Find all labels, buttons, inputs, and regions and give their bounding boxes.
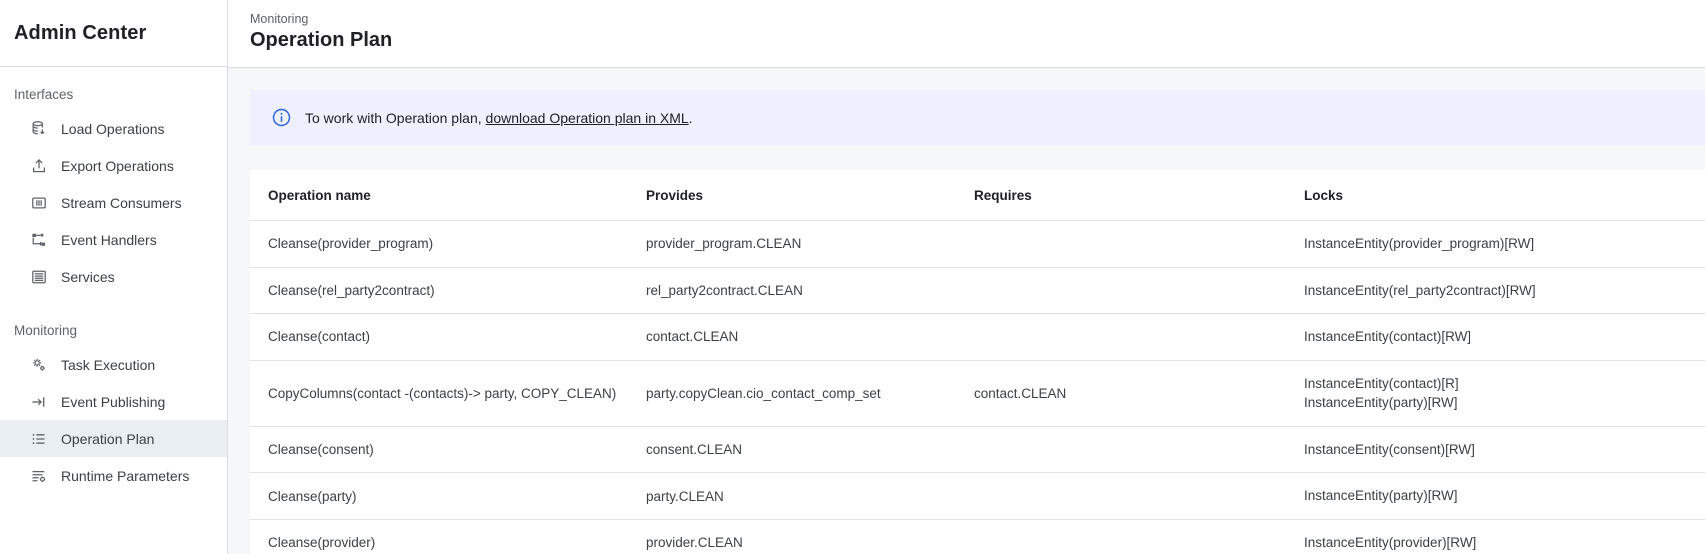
cell-provides: consent.CLEAN: [646, 426, 974, 473]
sidebar-nav: Interfaces Load Operations Export Operatio…: [0, 67, 227, 494]
table-row[interactable]: Cleanse(provider)provider.CLEAN InstanceE…: [250, 519, 1705, 554]
lock-entry: InstanceEntity(contact)[RW]: [1304, 327, 1705, 347]
settings-list-icon: [30, 467, 48, 485]
lock-entry: InstanceEntity(contact)[R]: [1304, 374, 1705, 394]
list-icon: [30, 430, 48, 448]
lock-entry: InstanceEntity(provider_program)[RW]: [1304, 234, 1705, 254]
info-banner-prefix: To work with Operation plan,: [305, 110, 482, 126]
info-banner-suffix: .: [689, 110, 693, 126]
cell-provides: party.copyClean.cio_contact_comp_set: [646, 360, 974, 426]
sidebar-header: Admin Center: [0, 0, 227, 67]
sidebar-item-label: Operation Plan: [61, 431, 154, 447]
lock-entry: InstanceEntity(party)[RW]: [1304, 486, 1705, 506]
cell-locks: InstanceEntity(contact)[R]InstanceEntity…: [1304, 360, 1705, 426]
cell-operation-name: Cleanse(consent): [250, 426, 646, 473]
lock-entry: InstanceEntity(consent)[RW]: [1304, 440, 1705, 460]
brand-title: Admin Center: [14, 22, 146, 45]
cell-locks: InstanceEntity(rel_party2contract)[RW]: [1304, 267, 1705, 314]
sidebar: Admin Center Interfaces Load Operations Ex…: [0, 0, 228, 554]
server-icon: [30, 268, 48, 286]
database-download-icon: [30, 120, 48, 138]
cell-locks: InstanceEntity(provider_program)[RW]: [1304, 221, 1705, 268]
cell-provides: party.CLEAN: [646, 473, 974, 520]
sidebar-item-label: Runtime Parameters: [61, 468, 189, 484]
operation-plan-table: Operation nameProvidesRequiresLocks Clea…: [250, 171, 1705, 554]
sidebar-item-task-execution[interactable]: Task Execution: [0, 346, 227, 383]
event-handler-icon: [30, 231, 48, 249]
sidebar-item-label: Load Operations: [61, 121, 165, 137]
table-row[interactable]: Cleanse(party)party.CLEAN InstanceEntity(…: [250, 473, 1705, 520]
upload-icon: [30, 157, 48, 175]
nav-section-label-interfaces: Interfaces: [0, 81, 227, 108]
column-header-locks: Locks: [1304, 171, 1705, 221]
cell-locks: InstanceEntity(party)[RW]: [1304, 473, 1705, 520]
sidebar-item-label: Stream Consumers: [61, 195, 182, 211]
cell-operation-name: Cleanse(party): [250, 473, 646, 520]
nav-group-spacer: [0, 295, 227, 317]
gears-icon: [30, 356, 48, 374]
lock-entry: InstanceEntity(provider)[RW]: [1304, 533, 1705, 553]
cell-provides: rel_party2contract.CLEAN: [646, 267, 974, 314]
cell-operation-name: Cleanse(provider_program): [250, 221, 646, 268]
table-row[interactable]: Cleanse(contact)contact.CLEAN InstanceEnt…: [250, 314, 1705, 361]
app-root: Admin Center Interfaces Load Operations Ex…: [0, 0, 1705, 554]
table-row[interactable]: Cleanse(consent)consent.CLEAN InstanceEnt…: [250, 426, 1705, 473]
operation-plan-table-container: Operation nameProvidesRequiresLocks Clea…: [250, 170, 1705, 554]
cell-locks: InstanceEntity(contact)[RW]: [1304, 314, 1705, 361]
sidebar-item-event-handlers[interactable]: Event Handlers: [0, 221, 227, 258]
sidebar-item-event-publishing[interactable]: Event Publishing: [0, 383, 227, 420]
sidebar-item-operation-plan[interactable]: Operation Plan: [0, 420, 227, 457]
cell-provides: contact.CLEAN: [646, 314, 974, 361]
info-banner: To work with Operation plan, download Op…: [250, 90, 1705, 145]
table-header-row: Operation nameProvidesRequiresLocks: [250, 171, 1705, 221]
sidebar-item-label: Export Operations: [61, 158, 174, 174]
table-row[interactable]: Cleanse(provider_program)provider_progra…: [250, 221, 1705, 268]
info-banner-text: To work with Operation plan, download Op…: [305, 110, 693, 126]
column-header-requires: Requires: [974, 171, 1304, 221]
main-content: Monitoring Operation Plan To work with O…: [228, 0, 1705, 554]
cell-operation-name: Cleanse(rel_party2contract): [250, 267, 646, 314]
sidebar-item-load-operations[interactable]: Load Operations: [0, 110, 227, 147]
table-row[interactable]: CopyColumns(contact -(contacts)-> party,…: [250, 360, 1705, 426]
sidebar-item-label: Event Handlers: [61, 232, 157, 248]
column-header-operation-name: Operation name: [250, 171, 646, 221]
table-head: Operation nameProvidesRequiresLocks: [250, 171, 1705, 221]
table-body: Cleanse(provider_program)provider_progra…: [250, 221, 1705, 554]
column-header-provides: Provides: [646, 171, 974, 221]
content-area: To work with Operation plan, download Op…: [228, 68, 1705, 554]
cell-requires: [974, 426, 1304, 473]
info-icon: [272, 108, 291, 127]
sidebar-item-stream-consumers[interactable]: Stream Consumers: [0, 184, 227, 221]
cell-operation-name: Cleanse(provider): [250, 519, 646, 554]
cell-requires: [974, 473, 1304, 520]
sidebar-item-label: Services: [61, 269, 115, 285]
cell-requires: contact.CLEAN: [974, 360, 1304, 426]
sidebar-item-services[interactable]: Services: [0, 258, 227, 295]
sidebar-item-runtime-parameters[interactable]: Runtime Parameters: [0, 457, 227, 494]
sidebar-item-label: Task Execution: [61, 357, 155, 373]
table-row[interactable]: Cleanse(rel_party2contract)rel_party2con…: [250, 267, 1705, 314]
lock-entry: InstanceEntity(party)[RW]: [1304, 393, 1705, 413]
cell-locks: InstanceEntity(consent)[RW]: [1304, 426, 1705, 473]
page-title: Operation Plan: [250, 29, 1705, 52]
cell-requires: [974, 314, 1304, 361]
cell-provides: provider.CLEAN: [646, 519, 974, 554]
cell-operation-name: CopyColumns(contact -(contacts)-> party,…: [250, 360, 646, 426]
sidebar-item-label: Event Publishing: [61, 394, 165, 410]
download-operation-plan-xml-link[interactable]: download Operation plan in XML: [486, 110, 689, 126]
breadcrumb: Monitoring: [250, 12, 1705, 26]
cell-operation-name: Cleanse(contact): [250, 314, 646, 361]
cell-provides: provider_program.CLEAN: [646, 221, 974, 268]
cell-requires: [974, 267, 1304, 314]
cell-requires: [974, 519, 1304, 554]
page-header: Monitoring Operation Plan: [228, 0, 1705, 68]
cell-locks: InstanceEntity(provider)[RW]: [1304, 519, 1705, 554]
cell-requires: [974, 221, 1304, 268]
nav-section-label-monitoring: Monitoring: [0, 317, 227, 344]
sidebar-item-export-operations[interactable]: Export Operations: [0, 147, 227, 184]
lock-entry: InstanceEntity(rel_party2contract)[RW]: [1304, 281, 1705, 301]
arrow-to-bar-icon: [30, 393, 48, 411]
columns-icon: [30, 194, 48, 212]
